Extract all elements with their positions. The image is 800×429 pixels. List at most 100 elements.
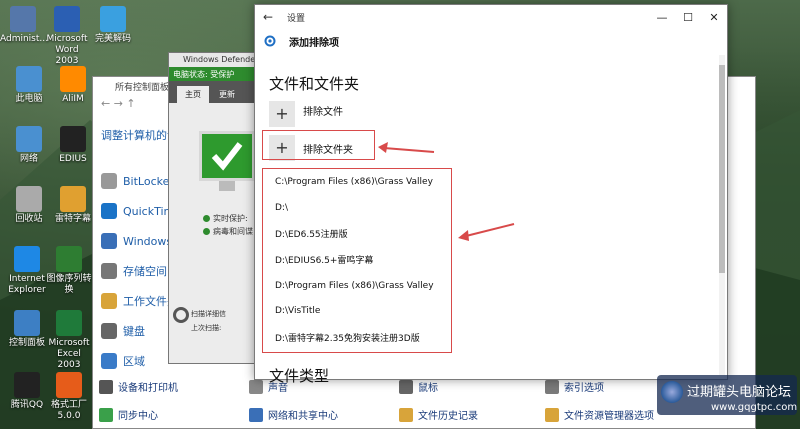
plus-icon: + [269, 101, 295, 127]
settings-titlebar: ← 设置 — ☐ ✕ [255, 5, 727, 29]
desktop-icon[interactable]: 完美解码 [90, 6, 136, 45]
control-panel-item-icon [101, 353, 117, 369]
app-icon [16, 126, 42, 152]
desktop-icon-label: 完美解码 [94, 34, 131, 44]
control-panel-item[interactable]: 工作文件夹 [101, 293, 178, 309]
control-panel-item[interactable]: 同步中心 [99, 407, 158, 422]
tab-update[interactable]: 更新 [211, 86, 243, 103]
desktop-icon[interactable]: Microsoft Word 2003 [44, 6, 90, 67]
scan-details-label: 扫描详细信 [191, 310, 226, 318]
control-panel-item[interactable]: 设备和打印机 [99, 379, 178, 394]
control-panel-item-label: 鼠标 [418, 383, 438, 394]
control-panel-item[interactable]: 文件历史记录 [399, 407, 478, 422]
app-icon [14, 372, 40, 398]
desktop-icon[interactable]: 格式工厂 5.0.0 [46, 372, 92, 422]
control-panel-item[interactable]: 网络和共享中心 [249, 407, 338, 422]
control-panel-item-icon [101, 233, 117, 249]
control-panel-item-icon [99, 407, 113, 422]
control-panel-item[interactable]: Windows [101, 233, 172, 249]
settings-title: 设置 [287, 13, 306, 24]
watermark: 过期罐头电脑论坛 www.gqgtpc.com [657, 375, 797, 415]
highlight-box-exclude-folder [262, 130, 375, 160]
control-panel-item-icon [249, 407, 263, 422]
tab-home[interactable]: 主页 [177, 86, 209, 103]
control-panel-item[interactable]: 文件资源管理器选项 [545, 407, 654, 422]
virus-definition-line: 病毒和间谍 [203, 226, 253, 237]
minimize-button[interactable]: — [649, 11, 675, 24]
maximize-button[interactable]: ☐ [675, 11, 701, 24]
desktop-icon-label: Microsoft Word 2003 [46, 34, 88, 66]
app-icon [14, 310, 40, 336]
control-panel-item-label: 文件资源管理器选项 [564, 411, 654, 422]
desktop-icon[interactable]: 控制面板 [4, 310, 50, 349]
highlight-box-path-list [262, 168, 452, 353]
control-panel-item-label: 索引选项 [564, 383, 604, 394]
desktop-icon[interactable]: 腾讯QQ [4, 372, 50, 411]
control-panel-item-icon [101, 293, 117, 309]
settings-header: 添加排除项 [255, 29, 727, 53]
desktop-icon-label: 雷特字幕 [54, 214, 91, 224]
control-panel-item-icon [101, 203, 117, 219]
check-icon [203, 228, 210, 235]
gear-icon [264, 35, 276, 47]
arrow-annotation-2 [458, 223, 515, 241]
control-panel-item[interactable]: 区域 [101, 353, 145, 369]
settings-header-label: 添加排除项 [289, 37, 339, 49]
control-panel-item[interactable]: 鼠标 [399, 379, 438, 394]
exclude-file-button[interactable]: + 排除文件 [269, 101, 343, 127]
desktop-icon[interactable]: Internet Explorer [4, 246, 50, 296]
desktop-icon-label: AliIM [62, 94, 84, 104]
desktop-icon[interactable]: 网络 [6, 126, 52, 165]
desktop-icon[interactable]: 此电脑 [6, 66, 52, 105]
exclude-file-label: 排除文件 [303, 106, 343, 118]
control-panel-item-label: Windows [123, 234, 173, 248]
desktop-icon[interactable]: EDIUS [50, 126, 96, 165]
desktop-icon[interactable]: Administ... [0, 6, 48, 45]
control-panel-item-label: 网络和共享中心 [268, 411, 338, 422]
desktop-icon-label: Microsoft Excel 2003 [48, 338, 90, 370]
control-panel-item-label: 区域 [123, 355, 145, 368]
watermark-title: 过期罐头电脑论坛 [687, 385, 792, 400]
desktop-icon-label: 格式工厂 5.0.0 [50, 400, 87, 421]
desktop-icon[interactable]: 图像序列转换 [46, 246, 92, 296]
desktop-icon[interactable]: AliIM [50, 66, 96, 105]
control-panel-item-icon [249, 379, 263, 394]
control-panel-item[interactable]: BitLocker [101, 173, 174, 189]
app-icon [14, 246, 40, 272]
desktop-icon-label: Administ... [0, 34, 48, 44]
control-panel-item-icon [545, 407, 559, 422]
desktop-icon-label: Internet Explorer [8, 274, 46, 295]
desktop-icon[interactable]: 回收站 [6, 186, 52, 225]
app-icon [16, 66, 42, 92]
last-scan-label: 上次扫描: [191, 324, 222, 332]
realtime-protection-label: 实时保护: [213, 214, 248, 223]
desktop-icon[interactable]: Microsoft Excel 2003 [46, 310, 92, 371]
desktop-icon-label: 腾讯QQ [10, 400, 44, 410]
section-files-folders: 文件和文件夹 [269, 75, 360, 93]
control-panel-item[interactable]: QuickTim [101, 203, 174, 219]
close-button[interactable]: ✕ [701, 11, 727, 24]
desktop-icon-label: EDIUS [59, 154, 87, 164]
watermark-url: www.gqgtpc.com [711, 402, 798, 413]
control-panel-item-label: 设备和打印机 [118, 383, 178, 394]
control-panel-item-icon [399, 407, 413, 422]
control-panel-item-label: 同步中心 [118, 411, 158, 422]
control-panel-item-label: 键盘 [123, 325, 145, 338]
control-panel-item[interactable]: 键盘 [101, 323, 145, 339]
desktop-icon[interactable]: 雷特字幕 [50, 186, 96, 225]
desktop-icon-label: 回收站 [15, 214, 43, 224]
protected-monitor-icon [199, 131, 255, 181]
control-panel-item[interactable]: 存储空间 [101, 263, 167, 279]
control-panel-item-label: QuickTim [123, 204, 175, 218]
realtime-protection-line: 实时保护: [203, 213, 248, 224]
control-panel-item-icon [101, 323, 117, 339]
desktop-icon-label: 此电脑 [15, 94, 43, 104]
control-panel-item-icon [99, 379, 113, 394]
desktop-icon-label: 网络 [19, 154, 38, 164]
check-icon [203, 215, 210, 222]
back-arrow-icon[interactable]: ← [255, 10, 281, 24]
scrollbar-thumb[interactable] [719, 65, 725, 273]
app-icon [60, 186, 86, 212]
control-panel-item[interactable]: 索引选项 [545, 379, 604, 394]
app-icon [56, 246, 82, 272]
